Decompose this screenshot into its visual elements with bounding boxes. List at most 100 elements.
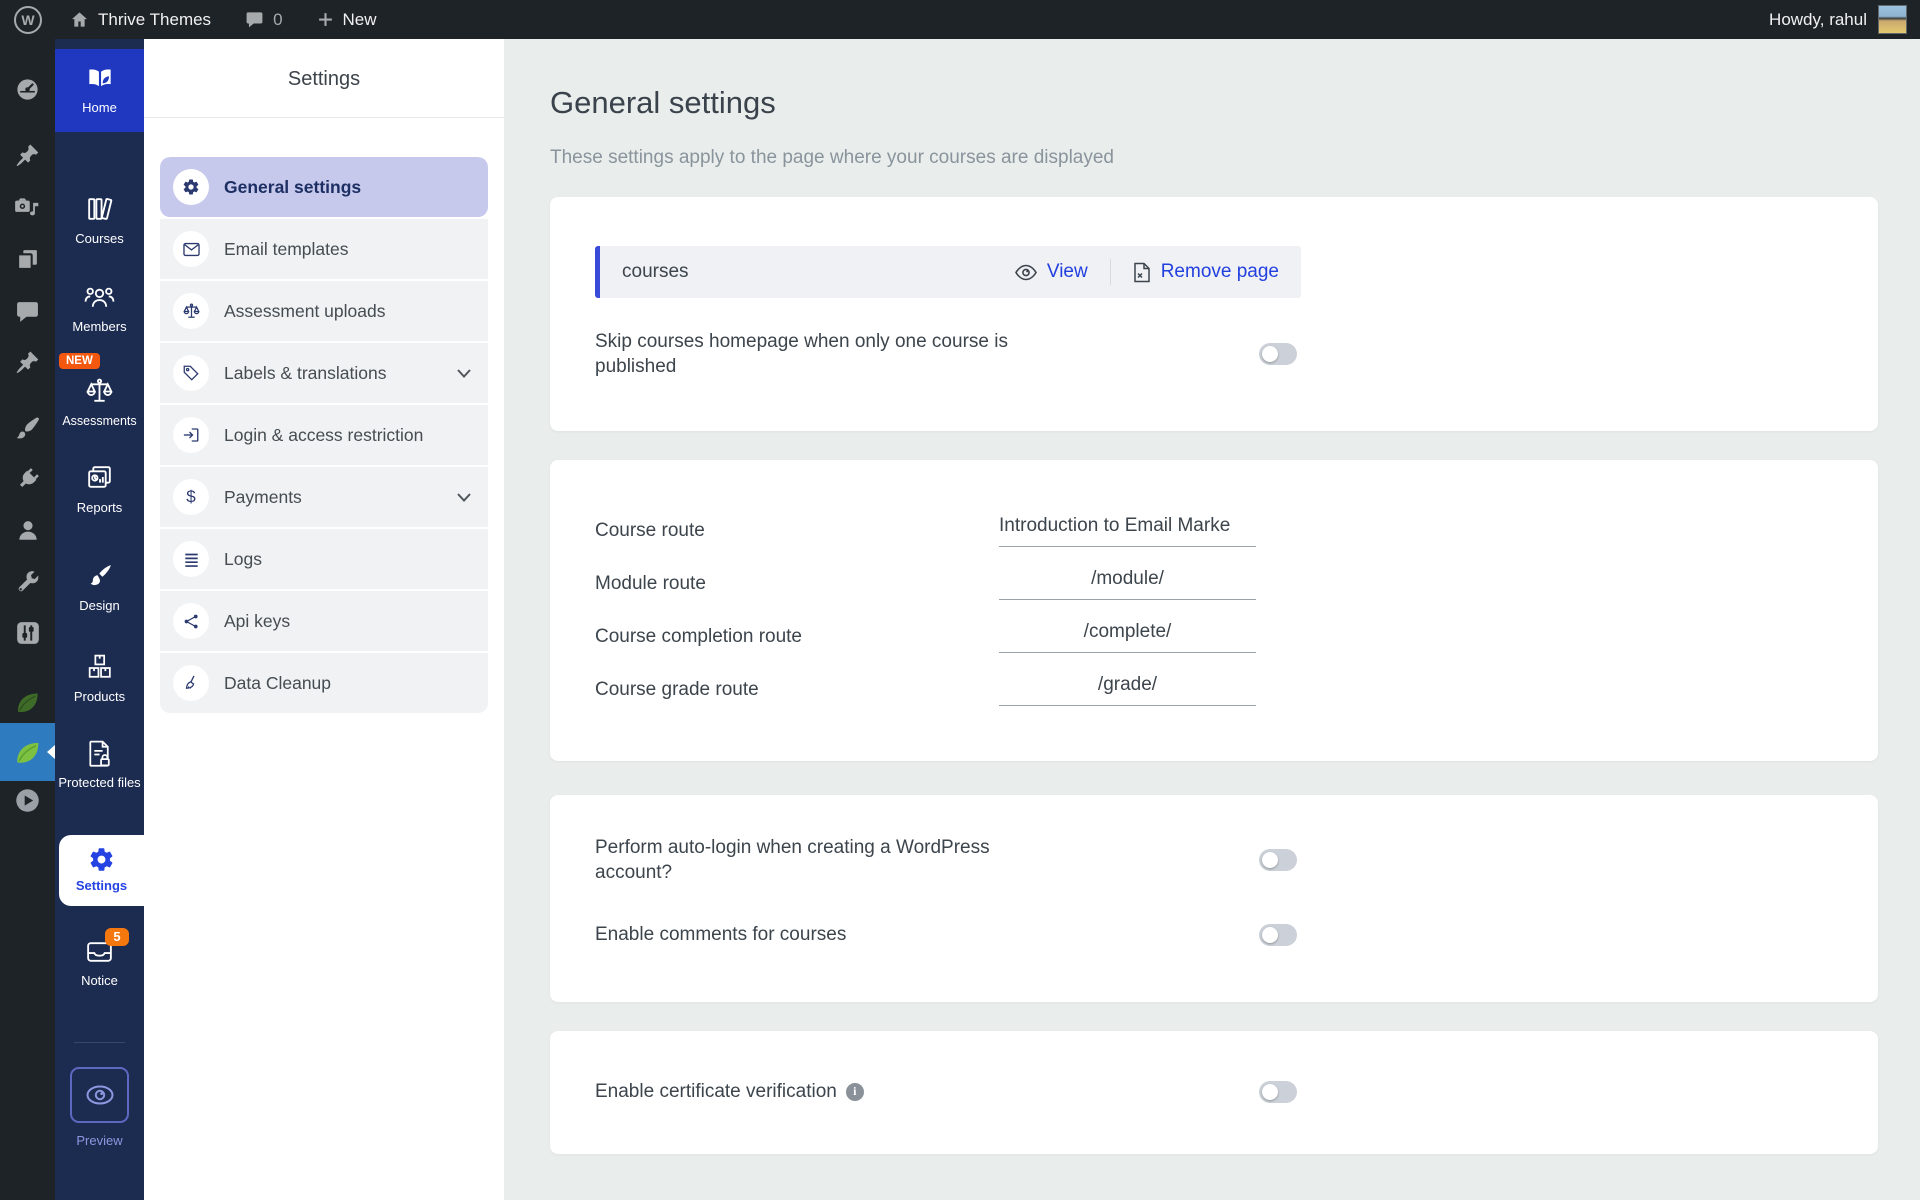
route-row: Course completion route [595, 610, 1833, 663]
sidebar-item-protected-files[interactable]: Protected files [55, 738, 144, 793]
module-route-input[interactable] [999, 567, 1256, 600]
sidebar-item-label: Preview [76, 1133, 123, 1148]
page-title: General settings [550, 85, 776, 120]
sidebar-item-label: Design [79, 598, 120, 613]
menu-item-logs[interactable]: Logs [160, 529, 488, 589]
sidebar-item-reports[interactable]: Reports [55, 463, 144, 518]
panel-title: Settings [287, 68, 361, 90]
sidebar-item-settings[interactable]: Settings [59, 835, 144, 906]
course-page-row: courses View Remove page [595, 246, 1301, 298]
tools-wrench-icon[interactable] [0, 562, 55, 602]
new-content-link[interactable]: New [317, 10, 377, 30]
setting-label: Enable certificate verification [595, 1081, 837, 1102]
howdy-greeting[interactable]: Howdy, rahul [1769, 10, 1867, 30]
certificate-verification-toggle[interactable] [1259, 1080, 1297, 1103]
active-item-arrow [47, 745, 55, 759]
sidebar-item-label: Courses [75, 231, 124, 246]
thrive-leaf-active-icon [17, 742, 39, 763]
login-arrow-icon [173, 417, 209, 453]
menu-item-payments[interactable]: $ Payments [160, 467, 488, 527]
sidebar-item-design[interactable]: Design [55, 561, 144, 616]
site-name: Thrive Themes [98, 9, 212, 29]
site-name-link[interactable]: Thrive Themes [70, 10, 211, 30]
notice-count-badge: 5 [105, 928, 129, 947]
sidebar-item-label: Assessments [62, 414, 137, 428]
remove-document-icon [1133, 262, 1150, 282]
menu-item-label: Api keys [224, 610, 291, 631]
course-grade-route-input[interactable] [999, 673, 1256, 706]
route-row: Course route [595, 504, 1833, 557]
main-content: General settings These settings apply to… [504, 39, 1920, 1200]
report-card-icon [88, 466, 111, 488]
broom-icon [173, 665, 209, 701]
menu-item-labels-translations[interactable]: Labels & translations [160, 343, 488, 403]
menu-item-api-keys[interactable]: Api keys [160, 591, 488, 651]
menu-item-data-cleanup[interactable]: Data Cleanup [160, 653, 488, 713]
route-label: Course completion route [595, 625, 802, 647]
video-play-icon[interactable] [0, 780, 55, 820]
menu-item-label: Data Cleanup [224, 672, 332, 693]
view-page-link[interactable]: View [1014, 261, 1088, 283]
certificate-card: Enable certificate verification i [550, 1031, 1878, 1154]
menu-item-label: Payments [224, 486, 302, 507]
account-settings-card: Perform auto-login when creating a WordP… [550, 795, 1878, 1002]
dashboard-icon[interactable] [0, 69, 55, 109]
sidebar-item-label: Protected files [58, 775, 141, 790]
comments-link[interactable]: 0 [245, 10, 283, 30]
remove-page-link[interactable]: Remove page [1133, 261, 1279, 283]
user-avatar[interactable] [1878, 5, 1907, 34]
menu-item-label: Email templates [224, 238, 349, 259]
network-icon [173, 603, 209, 639]
sidebar-item-label: Reports [76, 500, 123, 515]
bookshelf-icon [88, 198, 113, 220]
document-lock-icon [89, 740, 110, 767]
course-page-name: courses [622, 261, 689, 282]
scales-icon [86, 378, 113, 402]
course-completion-route-input[interactable] [999, 620, 1256, 653]
settings-sliders-icon[interactable] [0, 613, 55, 653]
plugins-plug-icon[interactable] [0, 459, 55, 499]
sidebar-item-label: Notice [81, 973, 118, 988]
sidebar-item-members[interactable]: Members [55, 282, 144, 337]
menu-item-label: Logs [224, 548, 262, 569]
pushpin-icon[interactable] [0, 135, 55, 175]
screen: W Thrive Themes 0 New Howdy, rahul Home … [0, 0, 1920, 1200]
appearance-brush-icon[interactable] [0, 408, 55, 448]
menu-item-label: Labels & translations [224, 362, 387, 383]
course-page-card: courses View Remove page Skip courses ho… [550, 197, 1878, 431]
menu-item-login-access-restriction[interactable]: Login & access restriction [160, 405, 488, 465]
sidebar-item-notice[interactable]: 5 Notice [55, 928, 144, 991]
paintbrush-icon [90, 565, 111, 586]
new-badge: NEW [59, 353, 100, 369]
scales-icon [173, 293, 209, 329]
new-label: New [342, 9, 377, 29]
media-icon[interactable] [0, 188, 55, 228]
sidebar-item-products[interactable]: Products [55, 652, 144, 707]
skip-homepage-toggle[interactable] [1259, 343, 1297, 365]
route-label: Course grade route [595, 678, 759, 700]
menu-item-general-settings[interactable]: General settings [160, 157, 488, 217]
sidebar-item-preview[interactable]: Preview [55, 1067, 144, 1151]
sidebar-item-home[interactable]: Home [55, 49, 144, 132]
menu-item-assessment-uploads[interactable]: Assessment uploads [160, 281, 488, 341]
thrive-apprentice-sidebar: Home Courses Members NEW Assessments Rep… [55, 39, 144, 1200]
info-icon[interactable]: i [845, 1082, 864, 1101]
dollar-icon: $ [173, 479, 209, 515]
users-icon[interactable] [0, 510, 55, 550]
pushpin-icon[interactable] [0, 342, 55, 382]
certificate-verification-setting: Enable certificate verification i [595, 1079, 1297, 1104]
wordpress-logo-icon[interactable]: W [14, 5, 42, 34]
enable-comments-toggle[interactable] [1259, 923, 1297, 946]
thrive-apprentice-active-item[interactable] [0, 723, 55, 781]
sidebar-item-courses[interactable]: Courses [55, 194, 144, 249]
list-lines-icon [173, 541, 209, 577]
pages-icon[interactable] [0, 239, 55, 279]
course-route-input[interactable] [999, 514, 1256, 547]
auto-login-setting: Perform auto-login when creating a WordP… [595, 835, 1297, 885]
sidebar-item-assessments[interactable]: NEW Assessments [55, 353, 144, 430]
menu-item-email-templates[interactable]: Email templates [160, 219, 488, 279]
page-subtitle: These settings apply to the page where y… [550, 147, 1114, 168]
auto-login-toggle[interactable] [1259, 849, 1297, 871]
comments-icon[interactable] [0, 291, 55, 331]
thrive-leaf-icon[interactable] [0, 682, 55, 722]
